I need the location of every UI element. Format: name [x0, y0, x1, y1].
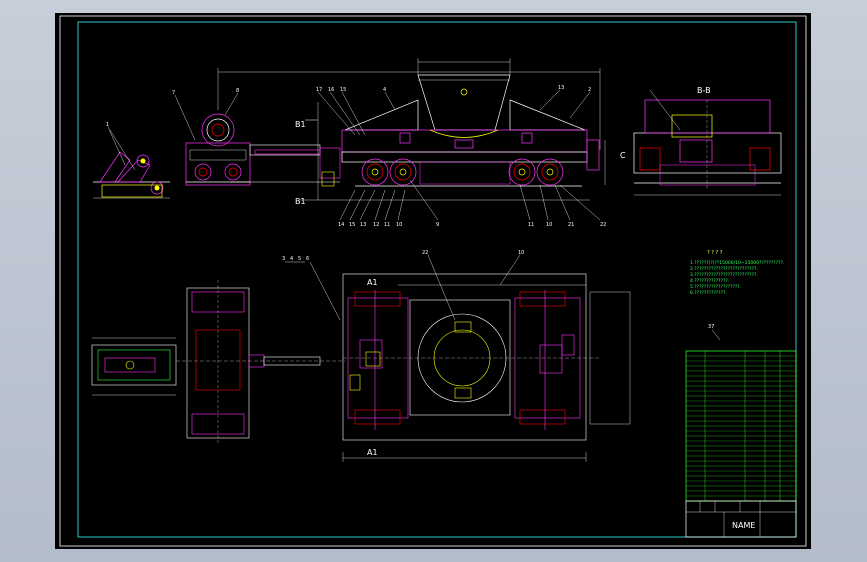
section-title: B-B: [697, 86, 711, 95]
c-mark: C: [620, 151, 626, 160]
balloon-4p: 4: [290, 256, 293, 262]
note-4: 4.??????????????.: [690, 278, 729, 284]
balloon-11: 11: [384, 222, 390, 228]
balloon-6: 6: [306, 256, 309, 262]
balloon-17: 17: [316, 87, 322, 93]
note-3: 3.??????????????????????????.: [690, 272, 758, 278]
drawing-sheet: 7 8 1 17 16 15 4 13 2 14 15 13 12 11 10 …: [55, 13, 811, 549]
a1-top-label: A1: [367, 278, 378, 287]
balloon-16: 16: [328, 87, 334, 93]
balloon-10: 10: [396, 222, 402, 228]
balloon-5: 5: [298, 256, 301, 262]
title-block-name: NAME: [732, 521, 755, 530]
balloon-12: 12: [373, 222, 379, 228]
balloon-10b: 10: [546, 222, 552, 228]
balloon-13: 13: [558, 85, 564, 91]
balloon-22: 22: [600, 222, 606, 228]
balloon-1: 1: [106, 122, 109, 128]
balloon-3: 3: [282, 256, 285, 262]
balloon-15: 15: [340, 87, 346, 93]
balloon-14: 14: [338, 222, 344, 228]
balloon-7: 7: [172, 90, 175, 96]
b1-bottom-label: B1: [295, 197, 306, 206]
cad-viewport[interactable]: 7 8 1 17 16 15 4 13 2 14 15 13 12 11 10 …: [0, 0, 867, 562]
balloon-4: 4: [383, 87, 386, 93]
balloon-8: 8: [236, 88, 239, 94]
notes-title: ? ? ? ?: [707, 250, 723, 256]
note-6: 6.?????????????.: [690, 290, 727, 296]
note-1: 1.??????(?)??15000/10~15000??????????.: [690, 260, 784, 266]
b1-top-label: B1: [295, 120, 306, 129]
note-2: 2.??????????????????????????.: [690, 266, 758, 272]
balloon-9: 9: [436, 222, 439, 228]
balloon-10p: 10: [518, 250, 524, 256]
balloon-11b: 11: [528, 222, 534, 228]
balloon-15b: 15: [349, 222, 355, 228]
a1-bottom-label: A1: [367, 448, 378, 457]
balloon-2: 2: [588, 87, 591, 93]
balloon-13b: 13: [360, 222, 366, 228]
balloon-37: 37: [708, 324, 714, 330]
balloon-22p: 22: [422, 250, 428, 256]
balloon-21: 21: [568, 222, 574, 228]
note-5: 5.???????????????????.: [690, 284, 741, 290]
